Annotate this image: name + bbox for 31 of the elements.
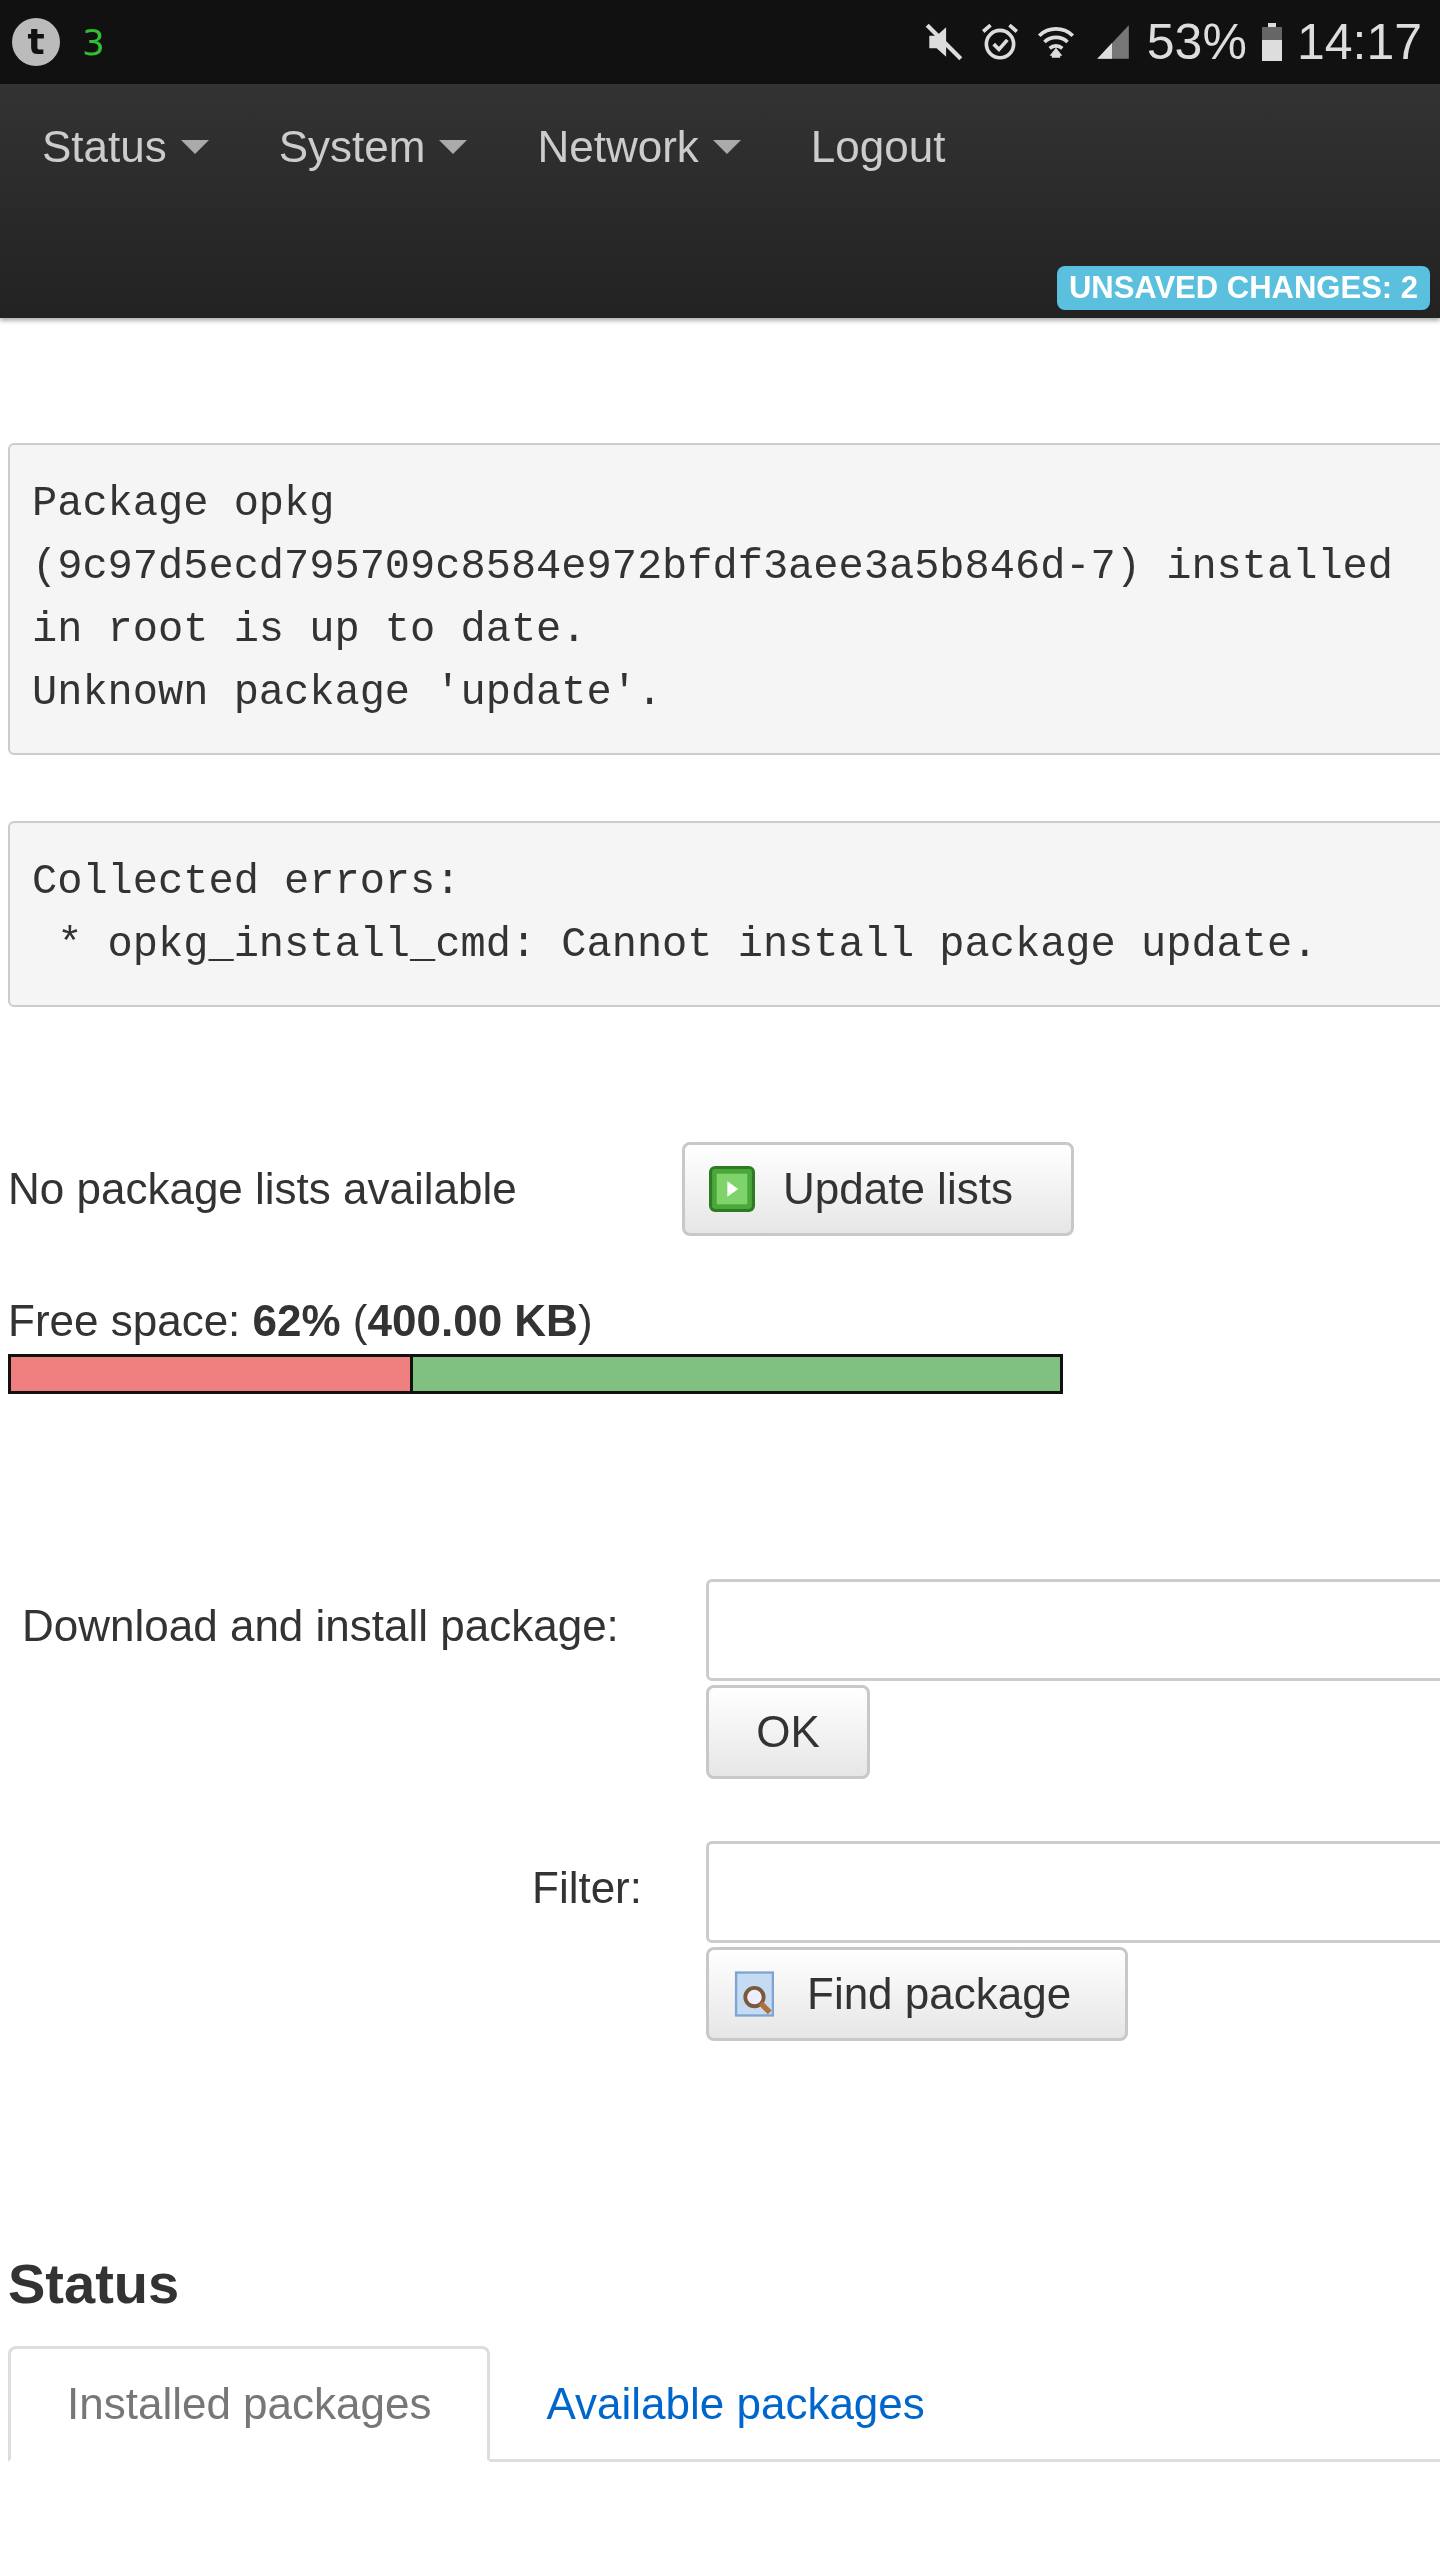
- output-line: Unknown package 'update'.: [32, 668, 664, 719]
- output-line: in root is up to date.: [32, 605, 588, 656]
- package-lists-message: No package lists available: [8, 1164, 518, 1214]
- caret-icon: [712, 140, 741, 154]
- output-line: * opkg_install_cmd: Cannot install package update.: [56, 920, 1319, 971]
- package-url-input[interactable]: [706, 1579, 1440, 1681]
- tab[interactable]: Installed packages: [8, 2346, 491, 2462]
- output-line: Collected errors:: [32, 857, 462, 908]
- find-package-button[interactable]: Find package: [706, 1947, 1128, 2041]
- caret-icon: [180, 140, 209, 154]
- clock-time: 14:17: [1296, 13, 1422, 71]
- nav-menu-item[interactable]: Status: [42, 122, 209, 172]
- output-line: (9c97d5ecd795709c8584e972bfdf3aee3a5b846d-7) installed: [32, 542, 1395, 593]
- nav-menu-item[interactable]: Network: [537, 122, 741, 172]
- ok-button[interactable]: OK: [706, 1685, 870, 1779]
- section-heading: Status: [8, 2251, 181, 2316]
- update-lists-button[interactable]: Update lists: [682, 1142, 1074, 1236]
- caret-icon: [439, 140, 468, 154]
- play-icon: [709, 1166, 755, 1212]
- notification-count: 3: [82, 21, 105, 63]
- app-notification-icon: t: [12, 18, 60, 66]
- install-label: Download and install package:: [22, 1601, 620, 1652]
- battery-icon: [1260, 22, 1283, 62]
- free-space-text: Free space: 62% (400.00 KB): [8, 1296, 594, 1346]
- nav-menu-item[interactable]: System: [278, 122, 468, 172]
- tab[interactable]: Available packages: [490, 2349, 981, 2462]
- filter-input[interactable]: [706, 1841, 1440, 1943]
- battery-percent: 53%: [1146, 13, 1247, 71]
- output-line: Package opkg: [32, 479, 336, 530]
- nav-menu-item[interactable]: Logout: [810, 122, 946, 172]
- filter-label: Filter:: [531, 1863, 642, 1914]
